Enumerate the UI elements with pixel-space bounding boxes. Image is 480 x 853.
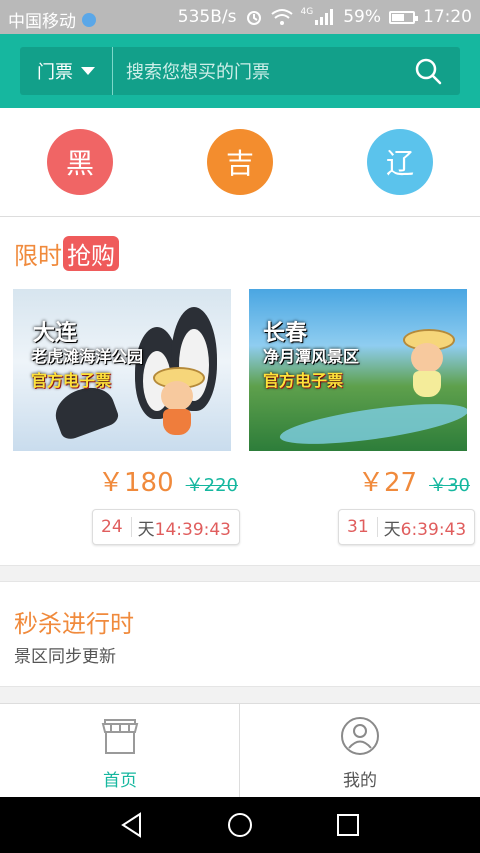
countdown-time: 6:39:43	[400, 519, 467, 540]
wifi-icon	[270, 9, 293, 25]
ticket-type: 官方电子票	[31, 371, 112, 390]
home-icon[interactable]	[226, 811, 254, 839]
recent-apps-icon[interactable]	[334, 811, 362, 839]
seckill-title: 秒杀进行时	[14, 610, 134, 638]
river-illustration	[277, 395, 467, 451]
header-bar: 门票	[0, 34, 480, 108]
system-nav-bar	[0, 797, 480, 853]
tab-home[interactable]: 首页	[0, 704, 240, 798]
province-shortcuts: 黑 吉 辽	[0, 108, 480, 217]
original-price: ￥30	[429, 475, 470, 496]
carrier-label: 中国移动	[8, 12, 76, 32]
province-button-liaoning[interactable]: 辽	[367, 129, 433, 195]
seckill-subtitle: 景区同步更新	[14, 647, 116, 667]
countdown-days: 24	[93, 517, 132, 537]
tab-home-label: 首页	[103, 771, 137, 791]
mascot-illustration	[399, 329, 455, 399]
flash-sale-section: 限时 抢购 大连 老虎滩海洋公园 官方电子票 ￥180 ￥220 24 天14:3…	[0, 217, 480, 566]
attraction-image[interactable]: 长春 净月潭风景区 官方电子票	[249, 289, 467, 451]
tab-mine[interactable]: 我的	[240, 704, 480, 798]
caret-down-icon	[81, 67, 95, 75]
seckill-section[interactable]: 秒杀进行时 景区同步更新	[0, 581, 480, 687]
countdown-prefix: 天	[383, 519, 401, 540]
bottom-tab-bar: 首页 我的	[0, 703, 480, 798]
sale-price: ￥180	[98, 468, 174, 498]
attraction-image[interactable]: 大连 老虎滩海洋公园 官方电子票	[13, 289, 231, 451]
clock: 17:20	[423, 7, 472, 27]
original-price: ￥220	[185, 475, 238, 496]
carrier-icon	[82, 12, 96, 27]
tab-mine-label: 我的	[343, 771, 377, 791]
back-icon[interactable]	[118, 811, 146, 839]
network-type: 4G	[300, 7, 314, 17]
province-button-heilongjiang[interactable]: 黑	[47, 129, 113, 195]
status-bar: 中国移动 535B/s 4G 59% 17:20	[0, 0, 480, 34]
mascot-dress	[413, 371, 441, 397]
search-bar: 门票	[20, 47, 460, 97]
category-dropdown[interactable]: 门票	[20, 47, 113, 95]
attraction-name: 净月潭风景区	[263, 347, 360, 366]
mascot-face	[411, 343, 443, 373]
flash-sale-card[interactable]: 长春 净月潭风景区 官方电子票	[249, 289, 467, 451]
network-speed: 535B/s	[177, 7, 237, 27]
countdown-timer: 31 天6:39:43	[338, 509, 476, 545]
flash-sale-tag: 抢购	[63, 236, 119, 271]
countdown-timer: 24 天14:39:43	[92, 509, 240, 545]
price-row: ￥27 ￥30	[358, 462, 470, 499]
battery-percent: 59%	[343, 7, 381, 27]
attraction-name: 老虎滩海洋公园	[31, 347, 144, 366]
search-input[interactable]	[124, 47, 408, 97]
alarm-icon	[246, 11, 261, 25]
flash-sale-title: 限时 抢购	[14, 236, 119, 271]
battery-icon	[389, 10, 418, 24]
countdown-days: 31	[339, 517, 378, 537]
price-row: ￥180 ￥220	[98, 462, 238, 499]
storefront-icon	[101, 719, 139, 754]
flash-sale-title-text: 限时	[14, 242, 62, 270]
flash-sale-card[interactable]: 大连 老虎滩海洋公园 官方电子票	[13, 289, 231, 451]
countdown-prefix: 天	[137, 519, 155, 540]
countdown-time: 14:39:43	[154, 519, 231, 540]
signal-icon	[315, 9, 334, 25]
mascot-dress	[163, 409, 191, 435]
mascot-face	[161, 381, 193, 411]
ticket-type: 官方电子票	[263, 371, 344, 390]
search-icon[interactable]	[414, 57, 442, 85]
sale-price: ￥27	[358, 468, 418, 498]
mascot-illustration	[149, 367, 205, 437]
user-icon	[341, 717, 379, 755]
province-button-jilin[interactable]: 吉	[207, 129, 273, 195]
category-label: 门票	[37, 62, 73, 83]
